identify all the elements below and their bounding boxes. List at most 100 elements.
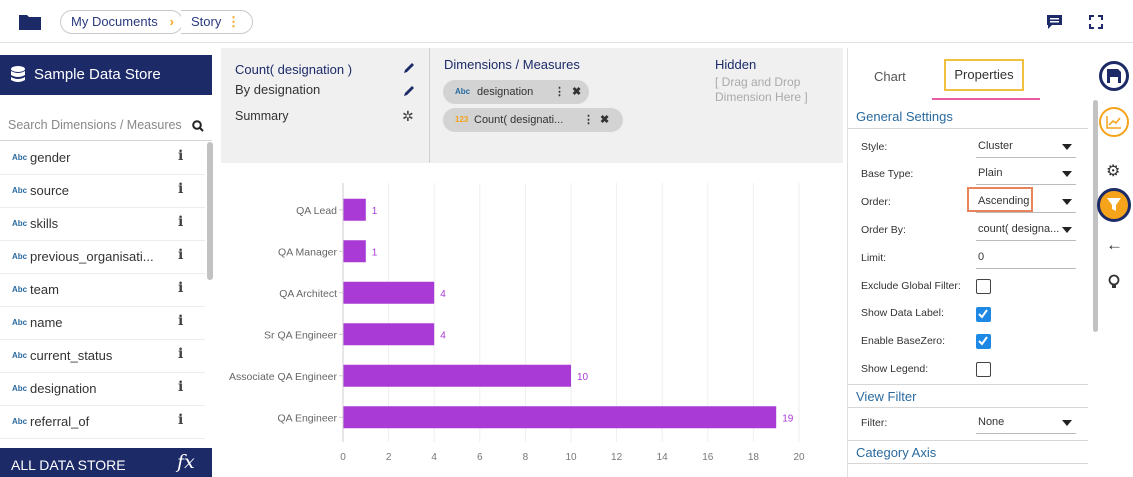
chart-type-button[interactable] (1099, 107, 1129, 137)
info-icon[interactable]: i (178, 346, 183, 362)
kebab-menu-icon[interactable]: ⋮ (583, 108, 594, 132)
info-icon[interactable]: i (178, 412, 183, 428)
gear-icon[interactable]: ✲ (402, 108, 414, 125)
field-item-referral-of[interactable]: Abc referral_of i (0, 406, 205, 439)
order-by-label: Order By: (861, 224, 906, 236)
exclude-global-filter-checkbox[interactable] (976, 279, 991, 294)
info-icon[interactable]: i (178, 313, 183, 329)
general-settings-header[interactable]: General Settings (848, 105, 1088, 129)
save-button[interactable] (1099, 61, 1129, 91)
pencil-icon[interactable] (403, 62, 415, 74)
kebab-menu-icon[interactable]: ⋮ (227, 11, 240, 33)
measure-pill-count[interactable]: 123 Count( designati... ⋮ ✖ (443, 108, 623, 132)
order-select[interactable]: Ascending (976, 191, 1076, 213)
field-item-gender[interactable]: Abc gender i (0, 142, 205, 175)
dimension-pill-designation[interactable]: Abc designation ⋮ ✖ (443, 80, 589, 104)
data-store-title: Sample Data Store (34, 66, 161, 83)
field-item-skills[interactable]: Abc skills i (0, 208, 205, 241)
info-icon[interactable]: i (178, 247, 183, 263)
filter-button[interactable] (1097, 188, 1131, 222)
hidden-panel[interactable]: Hidden [ Drag and Drop Dimension Here ] (701, 48, 843, 163)
text-type-icon: Abc (12, 219, 28, 228)
breadcrumb-my-documents[interactable]: My Documents › (60, 10, 183, 34)
settings-gears-icon[interactable]: ⚙ (1106, 161, 1120, 181)
order-by-select[interactable]: count( designa... (976, 219, 1076, 241)
category-label: QA Architect (279, 288, 337, 300)
data-label: 4 (440, 330, 446, 341)
field-list-scrollbar[interactable] (207, 142, 213, 280)
data-label: 1 (372, 206, 378, 217)
formula-icon[interactable]: fx (177, 451, 195, 473)
field-item-current-status[interactable]: Abc current_status i (0, 340, 205, 373)
category-label: QA Engineer (277, 412, 337, 424)
text-type-icon: Abc (455, 87, 471, 96)
enable-basezero-checkbox[interactable] (976, 334, 991, 349)
bar[interactable] (343, 364, 571, 387)
view-filter-header[interactable]: View Filter (848, 384, 1088, 408)
base-type-label: Base Type: (861, 168, 914, 180)
breadcrumb-story[interactable]: Story ⋮ (181, 10, 253, 34)
line-chart-icon (1106, 116, 1121, 129)
lightbulb-icon[interactable] (1108, 274, 1120, 290)
show-legend-checkbox[interactable] (976, 362, 991, 377)
dimensions-panel: Dimensions / Measures Abc designation ⋮ … (429, 48, 701, 163)
bar[interactable] (343, 198, 366, 221)
field-item-name[interactable]: Abc name i (0, 307, 205, 340)
database-icon (11, 66, 25, 82)
data-store-header[interactable]: Sample Data Store (0, 55, 212, 95)
category-axis-header[interactable]: Category Axis (848, 440, 1088, 464)
info-icon[interactable]: i (178, 214, 183, 230)
show-data-label-checkbox[interactable] (976, 307, 991, 322)
pencil-icon[interactable] (403, 85, 415, 97)
group-by-label[interactable]: By designation (235, 82, 320, 97)
comment-icon[interactable] (1047, 15, 1062, 29)
all-data-store-button[interactable]: ALL DATA STORE fx (0, 448, 212, 477)
x-tick-label: 4 (431, 452, 437, 463)
kebab-menu-icon[interactable]: ⋮ (554, 80, 565, 104)
close-icon[interactable]: ✖ (600, 108, 609, 132)
bar[interactable] (343, 240, 366, 263)
close-icon[interactable]: ✖ (572, 80, 581, 104)
bar[interactable] (343, 323, 435, 346)
x-tick-label: 0 (340, 452, 346, 463)
tab-properties-label: Properties (954, 67, 1014, 82)
field-item-source[interactable]: Abc source i (0, 175, 205, 208)
field-name: gender (30, 150, 71, 165)
x-tick-label: 10 (565, 452, 577, 463)
text-type-icon: Abc (12, 153, 28, 162)
field-item-previous-organisation[interactable]: Abc previous_organisati... i (0, 241, 205, 274)
field-item-team[interactable]: Abc team i (0, 274, 205, 307)
chevron-down-icon (1062, 199, 1072, 205)
field-name: skills (30, 216, 59, 231)
bar[interactable] (343, 281, 435, 304)
back-arrow-icon[interactable]: ← (1106, 235, 1123, 255)
tab-chart[interactable]: Chart (874, 69, 906, 84)
info-icon[interactable]: i (178, 181, 183, 197)
search-fields[interactable]: Search Dimensions / Measures (0, 111, 212, 141)
info-icon[interactable]: i (178, 379, 183, 395)
filter-icon (1107, 198, 1121, 211)
data-label: 4 (440, 289, 446, 300)
info-icon[interactable]: i (178, 148, 183, 164)
style-label: Style: (861, 141, 888, 153)
field-item-designation[interactable]: Abc designation i (0, 373, 205, 406)
category-label: QA Manager (278, 246, 337, 258)
limit-input[interactable]: 0 (976, 247, 1076, 269)
search-icon[interactable] (192, 120, 204, 132)
fullscreen-icon[interactable] (1089, 15, 1103, 29)
filter-select[interactable]: None (976, 412, 1076, 434)
info-icon[interactable]: i (178, 280, 183, 296)
style-select[interactable]: Cluster (976, 136, 1076, 158)
measure-title[interactable]: Count( designation ) (235, 62, 352, 77)
right-toolbar: ⚙ ← (1095, 48, 1133, 477)
bar[interactable] (343, 406, 777, 429)
search-input[interactable]: Search Dimensions / Measures (8, 118, 182, 132)
folder-icon[interactable] (19, 13, 41, 30)
filter-label: Filter: (861, 417, 888, 429)
summary-label[interactable]: Summary (235, 109, 288, 123)
chevron-right-icon: › (169, 14, 174, 29)
number-type-icon: 123 (455, 115, 469, 124)
tab-properties[interactable]: Properties (944, 59, 1024, 91)
base-type-select[interactable]: Plain (976, 163, 1076, 185)
pill-label: Count( designati... (474, 114, 564, 126)
